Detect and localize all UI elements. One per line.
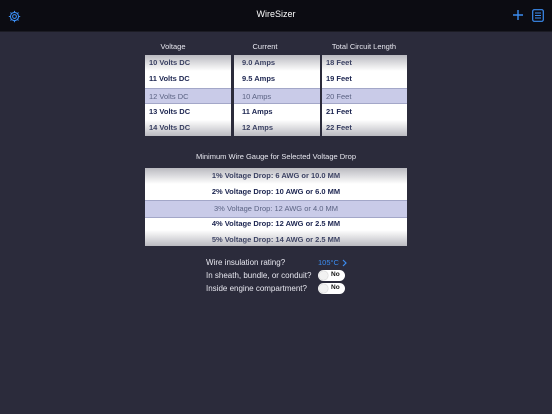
sheath-toggle-value: No bbox=[331, 271, 340, 278]
insulation-rating-value[interactable]: 105°C bbox=[318, 258, 339, 267]
picker-item[interactable]: 13 Volts DC bbox=[145, 104, 231, 120]
list-icon[interactable] bbox=[532, 9, 544, 22]
navigation-bar: WireSizer bbox=[0, 0, 552, 32]
toggle-knob bbox=[319, 284, 328, 293]
engine-toggle-value: No bbox=[331, 284, 340, 291]
plus-icon[interactable] bbox=[512, 9, 524, 21]
picker-item[interactable]: 21 Feet bbox=[322, 104, 407, 120]
result-item[interactable]: 5% Voltage Drop: 14 AWG or 2.5 MM bbox=[145, 232, 407, 246]
voltage-picker[interactable]: 10 Volts DC 11 Volts DC 12 Volts DC 13 V… bbox=[145, 55, 231, 136]
picker-item[interactable]: 9.0 Amps bbox=[234, 55, 320, 71]
picker-item-selected[interactable]: 20 Feet bbox=[322, 88, 407, 104]
picker-item[interactable]: 12 Amps bbox=[234, 120, 320, 136]
picker-item[interactable]: 14 Volts DC bbox=[145, 120, 231, 136]
voltage-header: Voltage bbox=[160, 42, 186, 51]
picker-item[interactable]: 9.5 Amps bbox=[234, 71, 320, 87]
current-picker[interactable]: 9.0 Amps 9.5 Amps 10 Amps 11 Amps 12 Amp… bbox=[234, 55, 320, 136]
results-title: Minimum Wire Gauge for Selected Voltage … bbox=[195, 152, 357, 161]
insulation-label: Wire insulation rating? bbox=[206, 258, 286, 267]
chevron-right-icon[interactable] bbox=[342, 259, 347, 267]
result-item[interactable]: 2% Voltage Drop: 10 AWG or 6.0 MM bbox=[145, 184, 407, 200]
picker-item[interactable]: 18 Feet bbox=[322, 55, 407, 71]
toggle-knob bbox=[319, 271, 328, 280]
sheath-toggle[interactable]: No bbox=[318, 270, 345, 281]
picker-item[interactable]: 11 Volts DC bbox=[145, 71, 231, 87]
picker-item-selected[interactable]: 10 Amps bbox=[234, 88, 320, 104]
picker-item[interactable]: 11 Amps bbox=[234, 104, 320, 120]
picker-item[interactable]: 22 Feet bbox=[322, 120, 407, 136]
result-item[interactable]: 1% Voltage Drop: 6 AWG or 10.0 MM bbox=[145, 168, 407, 184]
picker-item-selected[interactable]: 12 Volts DC bbox=[145, 88, 231, 104]
app-title: WireSizer bbox=[256, 9, 296, 19]
length-picker[interactable]: 18 Feet 19 Feet 20 Feet 21 Feet 22 Feet bbox=[322, 55, 407, 136]
picker-item[interactable]: 10 Volts DC bbox=[145, 55, 231, 71]
picker-item[interactable]: 19 Feet bbox=[322, 71, 407, 87]
engine-toggle[interactable]: No bbox=[318, 283, 345, 294]
result-item[interactable]: 4% Voltage Drop: 12 AWG or 2.5 MM bbox=[145, 216, 407, 232]
engine-label: Inside engine compartment? bbox=[206, 284, 307, 293]
results-picker[interactable]: 1% Voltage Drop: 6 AWG or 10.0 MM 2% Vol… bbox=[145, 168, 407, 246]
length-header: Total Circuit Length bbox=[331, 42, 397, 51]
sheath-label: In sheath, bundle, or conduit? bbox=[206, 271, 312, 280]
current-header: Current bbox=[252, 42, 278, 51]
